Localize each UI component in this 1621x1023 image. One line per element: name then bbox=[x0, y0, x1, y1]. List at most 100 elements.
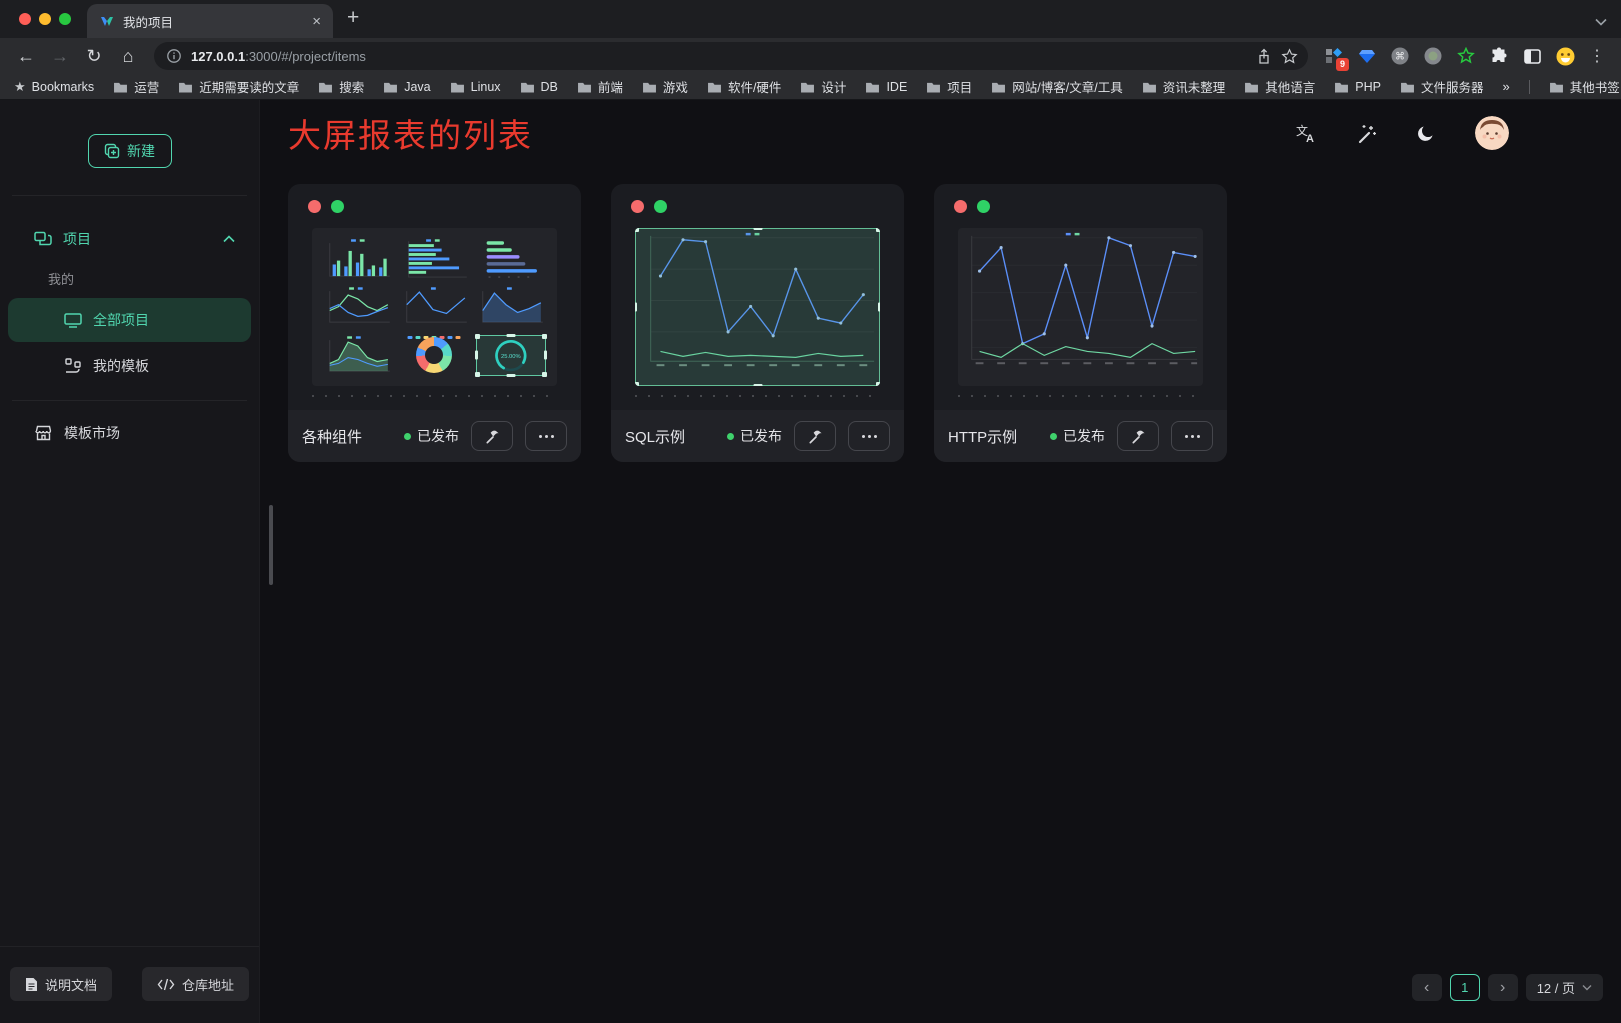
close-window-button[interactable] bbox=[19, 13, 31, 25]
new-project-button[interactable]: 新建 bbox=[88, 134, 172, 168]
card-footer: 各种组件 已发布 bbox=[288, 410, 581, 462]
repository-button[interactable]: 仓库地址 bbox=[142, 967, 249, 1001]
other-bookmarks-folder[interactable]: 其他书签 bbox=[1549, 77, 1620, 96]
bookmark-folder[interactable]: 前端 bbox=[577, 77, 623, 96]
bookmark-star-icon[interactable] bbox=[1281, 48, 1298, 65]
prev-page-button[interactable]: ‹ bbox=[1412, 974, 1442, 1001]
project-thumbnail[interactable] bbox=[958, 228, 1203, 386]
tab-search-chevron-icon[interactable] bbox=[1595, 18, 1607, 26]
document-icon bbox=[25, 977, 38, 992]
card-window-dots bbox=[308, 200, 344, 213]
folder-icon bbox=[113, 81, 128, 93]
edit-project-button[interactable] bbox=[471, 421, 513, 451]
pagination: ‹ 1 › 12 / 页 bbox=[1412, 974, 1603, 1001]
sidebar-item-my-templates[interactable]: 我的模板 bbox=[8, 344, 251, 388]
docs-button[interactable]: 说明文档 bbox=[10, 967, 112, 1001]
edit-project-button[interactable] bbox=[794, 421, 836, 451]
extension-circle-icon[interactable] bbox=[1423, 46, 1443, 66]
more-icon bbox=[539, 435, 554, 438]
site-info-icon[interactable] bbox=[166, 48, 182, 64]
edit-project-button[interactable] bbox=[1117, 421, 1159, 451]
status-badge: 已发布 bbox=[404, 426, 459, 446]
green-dot bbox=[654, 200, 667, 213]
extension-command-icon[interactable]: ⌘ bbox=[1390, 46, 1410, 66]
app-window: 新建 项目 我的 全部项目 bbox=[0, 100, 1621, 1023]
side-panel-icon[interactable] bbox=[1522, 46, 1542, 66]
zoom-window-button[interactable] bbox=[59, 13, 71, 25]
close-tab-icon[interactable]: × bbox=[310, 13, 323, 30]
bookmark-folder[interactable]: 运营 bbox=[113, 77, 159, 96]
bookmark-folder[interactable]: 资讯未整理 bbox=[1142, 77, 1226, 96]
create-plus-icon bbox=[104, 143, 120, 159]
browser-menu-icon[interactable]: ⋮ bbox=[1585, 46, 1609, 66]
bookmark-folder[interactable]: 网站/博客/文章/工具 bbox=[991, 77, 1122, 96]
extension-star-icon[interactable] bbox=[1456, 46, 1476, 66]
folder-icon bbox=[450, 81, 465, 93]
bookmark-folder[interactable]: 文件服务器 bbox=[1400, 77, 1484, 96]
bookmark-folder[interactable]: Linux bbox=[450, 80, 501, 94]
bookmark-folder[interactable]: 其他语言 bbox=[1244, 77, 1315, 96]
hammer-icon bbox=[807, 428, 824, 445]
sidebar-group-project[interactable]: 项目 bbox=[0, 218, 259, 260]
chevron-up-icon[interactable] bbox=[223, 235, 235, 243]
bookmark-folder[interactable]: 游戏 bbox=[642, 77, 688, 96]
more-actions-button[interactable] bbox=[848, 421, 890, 451]
extension-gem-icon[interactable] bbox=[1357, 46, 1377, 66]
sidebar-item-all-projects[interactable]: 全部项目 bbox=[8, 298, 251, 342]
minimize-window-button[interactable] bbox=[39, 13, 51, 25]
bookmark-folder[interactable]: PHP bbox=[1334, 80, 1381, 94]
star-icon: ★ bbox=[14, 79, 26, 95]
forward-button[interactable]: → bbox=[46, 42, 74, 70]
folder-icon bbox=[1334, 81, 1349, 93]
bookmark-folder[interactable]: 设计 bbox=[800, 77, 846, 96]
project-name: SQL示例 bbox=[625, 426, 685, 447]
main-content: 大屏报表的列表 文 A bbox=[260, 100, 1621, 1023]
mini-dual-line-chart bbox=[322, 285, 394, 328]
language-translate-icon[interactable]: 文 A bbox=[1295, 123, 1317, 143]
extension-grid-icon[interactable]: 9 bbox=[1324, 46, 1344, 66]
sidebar-item-template-market[interactable]: 模板市场 bbox=[8, 411, 251, 455]
bookmark-folder[interactable]: DB bbox=[520, 80, 558, 94]
project-name: HTTP示例 bbox=[948, 426, 1017, 447]
browser-chrome: 我的项目 × + ← → ↻ ⌂ 127.0.0.1:3000/#/projec… bbox=[0, 0, 1621, 100]
user-avatar[interactable] bbox=[1475, 116, 1509, 150]
mini-gauge-chart: 25.00% bbox=[475, 334, 547, 377]
extension-badge: 9 bbox=[1336, 58, 1349, 71]
folder-icon bbox=[1244, 81, 1259, 93]
reload-button[interactable]: ↻ bbox=[80, 42, 108, 70]
sidebar-divider bbox=[12, 400, 247, 401]
project-name: 各种组件 bbox=[302, 426, 362, 447]
more-actions-button[interactable] bbox=[1171, 421, 1213, 451]
scrollbar-thumb[interactable] bbox=[269, 505, 273, 585]
chevron-down-icon bbox=[1582, 984, 1592, 991]
more-actions-button[interactable] bbox=[525, 421, 567, 451]
new-tab-button[interactable]: + bbox=[347, 6, 359, 30]
bookmark-folder[interactable]: IDE bbox=[865, 80, 907, 94]
selection-box: 25.00% bbox=[476, 335, 546, 376]
green-dot bbox=[331, 200, 344, 213]
project-thumbnail[interactable] bbox=[635, 228, 880, 386]
bookmark-folder[interactable]: Java bbox=[383, 80, 430, 94]
share-icon[interactable] bbox=[1256, 48, 1272, 65]
bookmarks-manager[interactable]: ★Bookmarks bbox=[14, 79, 94, 95]
bookmark-folder[interactable]: 近期需要读的文章 bbox=[178, 77, 299, 96]
bookmark-folder[interactable]: 软件/硬件 bbox=[707, 77, 781, 96]
home-button[interactable]: ⌂ bbox=[114, 42, 142, 70]
back-button[interactable]: ← bbox=[12, 42, 40, 70]
tab-title: 我的项目 bbox=[123, 12, 302, 31]
bookmark-folder[interactable]: 搜索 bbox=[318, 77, 364, 96]
hammer-icon bbox=[1130, 428, 1147, 445]
dark-mode-moon-icon[interactable] bbox=[1416, 123, 1436, 143]
project-thumbnail[interactable]: 25.00% bbox=[312, 228, 557, 386]
current-page-button[interactable]: 1 bbox=[1450, 974, 1480, 1001]
extensions-puzzle-icon[interactable] bbox=[1489, 46, 1509, 66]
bookmark-folder[interactable]: 项目 bbox=[926, 77, 972, 96]
url-text[interactable]: 127.0.0.1:3000/#/project/items bbox=[191, 49, 1247, 64]
address-bar[interactable]: 127.0.0.1:3000/#/project/items bbox=[154, 42, 1308, 70]
page-size-select[interactable]: 12 / 页 bbox=[1526, 974, 1603, 1001]
bookmarks-overflow-chevron[interactable]: » bbox=[1502, 79, 1509, 94]
next-page-button[interactable]: › bbox=[1488, 974, 1518, 1001]
magic-wand-icon[interactable] bbox=[1356, 123, 1377, 144]
browser-tab[interactable]: 我的项目 × bbox=[87, 4, 333, 38]
extension-smiley-icon[interactable] bbox=[1555, 46, 1575, 66]
